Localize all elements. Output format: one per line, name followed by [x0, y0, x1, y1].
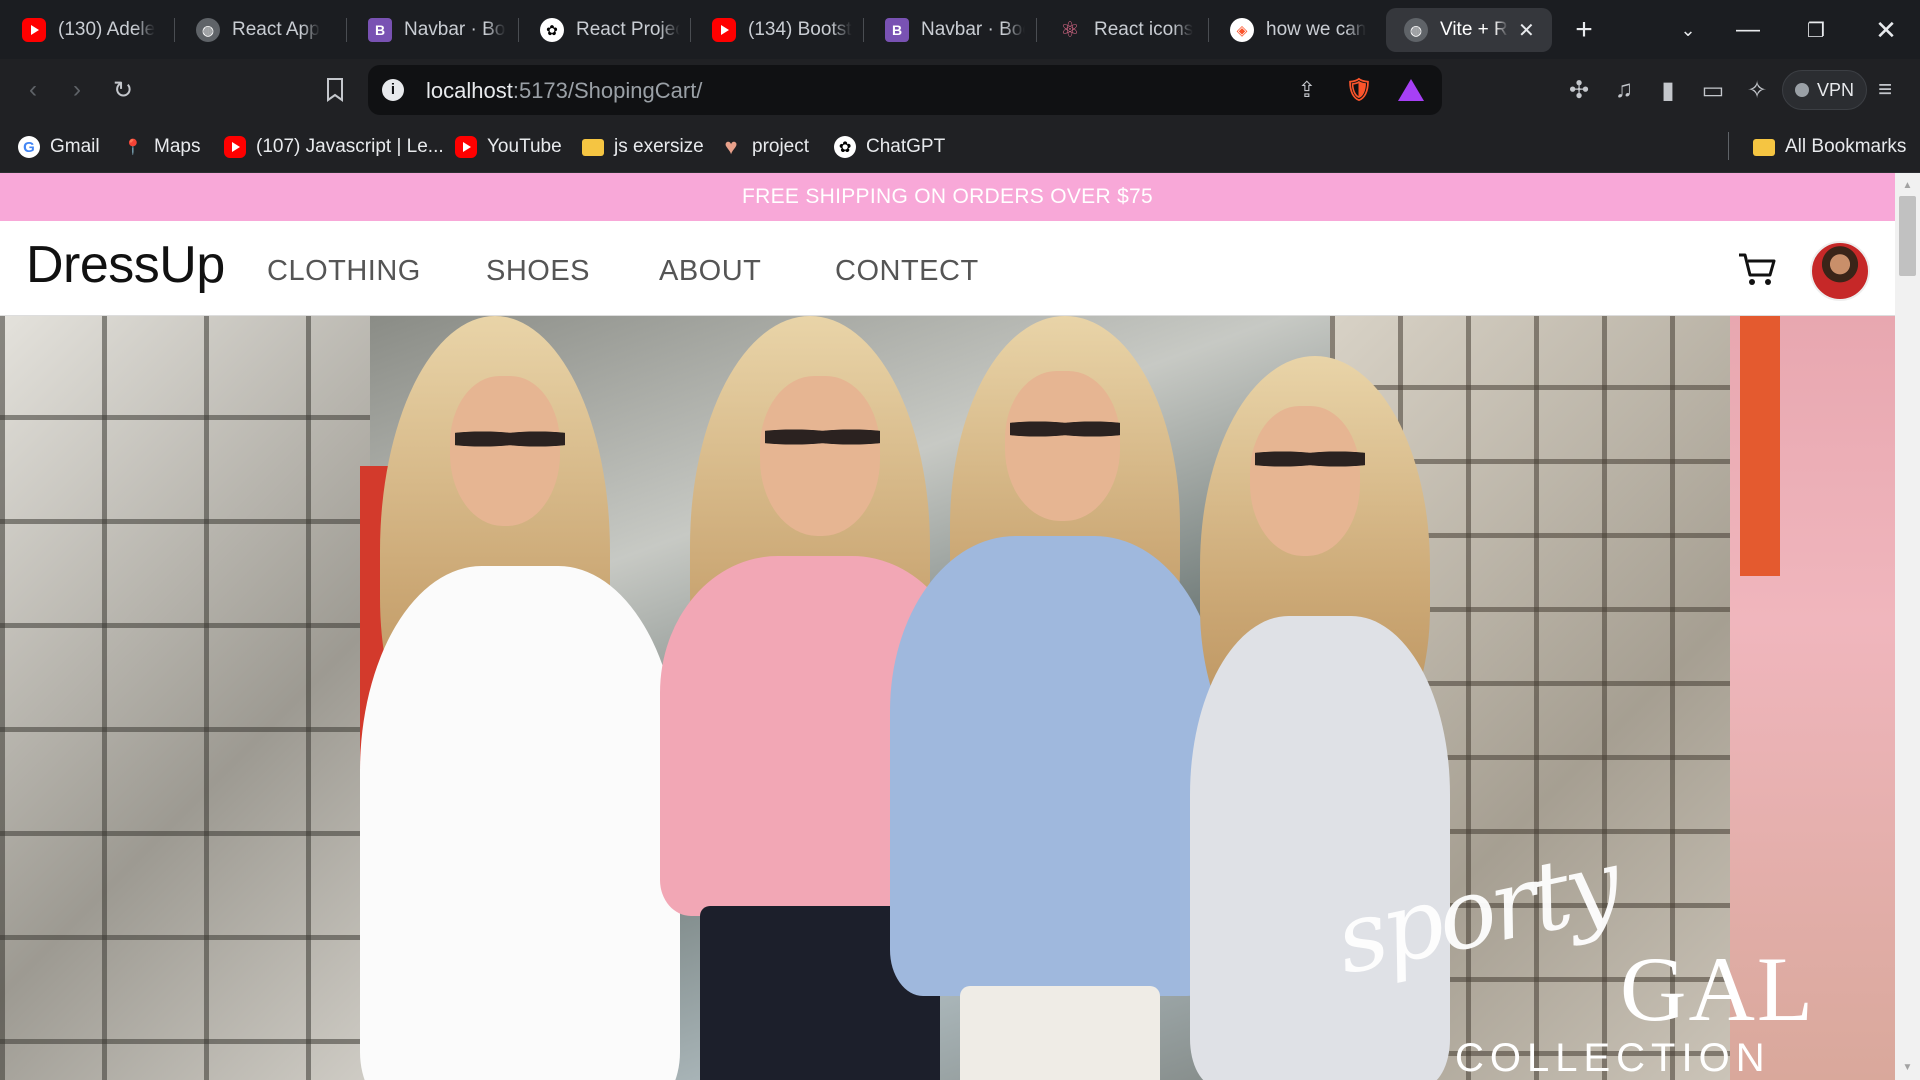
brave-icon: ◈	[1230, 18, 1254, 42]
chatgpt-icon: ✿	[540, 18, 564, 42]
youtube-icon	[22, 18, 46, 42]
youtube-icon	[224, 136, 246, 158]
nav-shoes[interactable]: SHOES	[486, 255, 590, 288]
menu-icon[interactable]: ≡	[1868, 73, 1902, 107]
nav-clothing[interactable]: CLOTHING	[267, 255, 421, 288]
share-icon[interactable]: ⇪	[1292, 75, 1322, 105]
page-scrollbar[interactable]	[1895, 173, 1920, 1080]
hero-glass-block-left	[0, 316, 370, 1080]
url-text[interactable]: localhost:5173/ShopingCart/	[426, 78, 702, 104]
tab-bootstrap-video[interactable]: (134) Bootst	[690, 8, 862, 52]
vpn-button[interactable]: VPN	[1782, 70, 1868, 110]
bookmark-js-exersize[interactable]: js exersize	[582, 132, 704, 162]
media-icon[interactable]: ♫	[1607, 73, 1641, 107]
tab-search-chevron-icon[interactable]: ⌄	[1668, 12, 1708, 48]
maps-icon: 📍	[123, 139, 143, 156]
tab-strip: (130) Adele ◍ React App B Navbar · Boo ✿…	[0, 0, 1920, 59]
cart-icon[interactable]	[1737, 251, 1777, 289]
scroll-down-arrow[interactable]: ▼	[1895, 1058, 1920, 1078]
bootstrap-icon: B	[885, 18, 909, 42]
hero-image: sporty GAL COLLECTION	[0, 316, 1895, 1080]
bookmark-page-button[interactable]	[318, 73, 352, 107]
tab-react-app[interactable]: ◍ React App	[174, 8, 344, 52]
close-window-button[interactable]: ✕	[1866, 12, 1906, 48]
bookmark-project[interactable]: ♥ project	[720, 132, 809, 162]
bookmark-maps[interactable]: 📍 Maps	[122, 132, 201, 162]
tab-react-icons[interactable]: ⚛ React icons	[1036, 8, 1208, 52]
forward-button[interactable]: ›	[60, 73, 94, 107]
hero-collection-text: COLLECTION	[1455, 1036, 1771, 1080]
address-bar[interactable]: i localhost:5173/ShopingCart/ ⇪ 🛡	[368, 65, 1442, 115]
site-navbar: DressUp CLOTHING SHOES ABOUT CONTECT	[0, 221, 1895, 316]
tab-react-project[interactable]: ✿ React Projec	[518, 8, 690, 52]
browser-toolbar: ‹ › ↻ i localhost:5173/ShopingCart/ ⇪ 🛡 …	[0, 59, 1920, 121]
tab-how-we-can[interactable]: ◈ how we can	[1208, 8, 1380, 52]
bookmark-youtube[interactable]: YouTube	[455, 132, 562, 162]
heart-icon: ♥	[724, 134, 738, 159]
back-button[interactable]: ‹	[16, 73, 50, 107]
restore-button[interactable]: ❐	[1796, 12, 1836, 48]
leo-ai-icon[interactable]: ✧	[1740, 73, 1774, 107]
bootstrap-icon: B	[368, 18, 392, 42]
nav-contect[interactable]: CONTECT	[835, 255, 979, 288]
folder-icon	[1753, 138, 1775, 156]
bookmarks-divider	[1728, 132, 1729, 160]
tab-navbar-bootstrap[interactable]: B Navbar · Boo	[346, 8, 516, 52]
sidebar-icon[interactable]: ▮	[1651, 73, 1685, 107]
globe-icon: ◍	[196, 18, 220, 42]
youtube-icon	[455, 136, 477, 158]
new-tab-button[interactable]: +	[1564, 12, 1604, 48]
hero-gal-text: GAL	[1620, 938, 1816, 1040]
tab-vite-react-active[interactable]: ◍ Vite + R ✕	[1386, 8, 1552, 52]
close-tab-icon[interactable]: ✕	[1518, 18, 1535, 43]
bookmark-gmail[interactable]: G Gmail	[18, 132, 100, 162]
google-icon: G	[18, 136, 40, 158]
promo-banner: FREE SHIPPING ON ORDERS OVER $75	[0, 173, 1895, 221]
brave-shields-icon[interactable]: 🛡	[1344, 75, 1374, 105]
vpn-status-icon	[1795, 83, 1809, 97]
bookmarks-bar: G Gmail 📍 Maps (107) Javascript | Le... …	[0, 121, 1920, 173]
tab-adele[interactable]: (130) Adele	[0, 8, 170, 52]
user-avatar[interactable]	[1810, 241, 1870, 301]
wallet-icon[interactable]: ▭	[1696, 73, 1730, 107]
reload-button[interactable]: ↻	[106, 73, 140, 107]
bookmark-chatgpt[interactable]: ✿ ChatGPT	[834, 132, 945, 162]
extensions-icon[interactable]: ✣	[1562, 73, 1596, 107]
chatgpt-icon: ✿	[834, 136, 856, 158]
globe-icon: ◍	[1404, 18, 1428, 42]
brave-rewards-icon[interactable]	[1396, 75, 1426, 105]
tab-navbar-bootstrap-2[interactable]: B Navbar · Boo	[863, 8, 1035, 52]
bookmark-icon	[327, 78, 343, 102]
site-info-icon[interactable]: i	[382, 79, 404, 101]
all-bookmarks[interactable]: All Bookmarks	[1753, 132, 1906, 162]
folder-icon	[582, 138, 604, 156]
youtube-icon	[712, 18, 736, 42]
site-logo[interactable]: DressUp	[26, 235, 225, 295]
scroll-up-arrow[interactable]: ▲	[1895, 176, 1920, 196]
react-icon: ⚛	[1060, 17, 1080, 42]
scrollbar-thumb[interactable]	[1899, 196, 1916, 276]
page-viewport: FREE SHIPPING ON ORDERS OVER $75 DressUp…	[0, 173, 1895, 1080]
minimize-button[interactable]: —	[1728, 12, 1768, 48]
bookmark-javascript[interactable]: (107) Javascript | Le...	[224, 132, 444, 162]
nav-about[interactable]: ABOUT	[659, 255, 761, 288]
